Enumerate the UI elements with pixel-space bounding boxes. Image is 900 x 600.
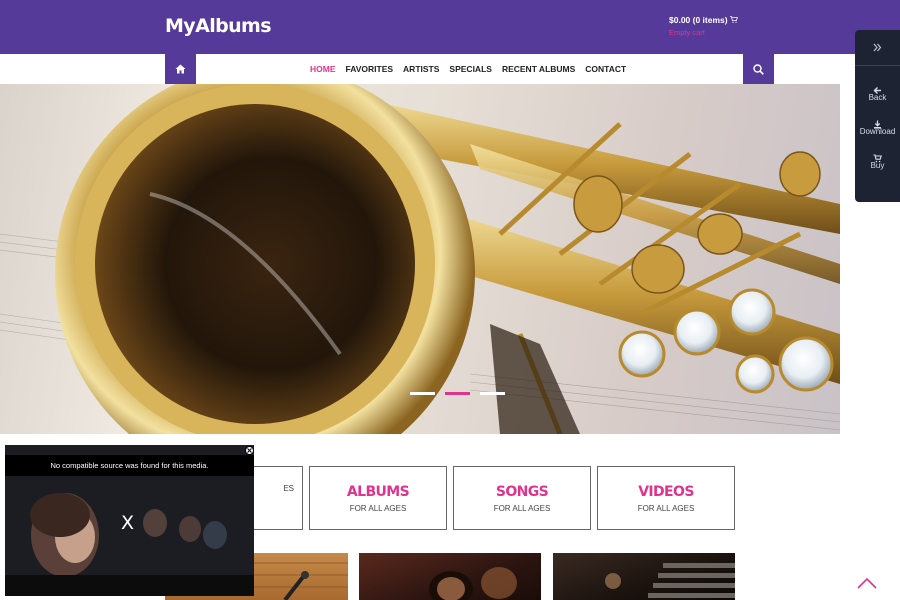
- audio-equipment-image: [605, 563, 735, 598]
- cart-icon: [729, 16, 738, 25]
- site-logo[interactable]: MyAlbums: [165, 15, 272, 37]
- nav-links: HOME FAVORITES ARTISTS SPECIALS RECENT A…: [305, 54, 631, 84]
- search-button[interactable]: [743, 54, 774, 84]
- category-card-albums[interactable]: ALBUMS FOR ALL AGES: [309, 466, 447, 530]
- side-back-label: Back: [868, 93, 887, 102]
- category-subtitle: FOR ALL AGES: [493, 504, 551, 513]
- video-player[interactable]: No compatible source was found for this …: [5, 445, 254, 596]
- saxophone-image: [0, 84, 840, 434]
- side-download[interactable]: Download: [855, 116, 900, 136]
- slider-dot-1[interactable]: [410, 392, 435, 395]
- top-header: MyAlbums $0.00 (0 items) Empty cart: [0, 0, 900, 54]
- home-icon: [175, 64, 186, 74]
- download-icon: [855, 116, 900, 129]
- scroll-to-top-button[interactable]: [857, 576, 877, 594]
- album-thumbnail[interactable]: [553, 553, 735, 600]
- musician-image: [429, 567, 517, 600]
- cart-icon: [855, 150, 900, 163]
- side-buy[interactable]: Buy: [855, 150, 900, 170]
- category-title: VIDEOS: [638, 484, 694, 500]
- video-error-message: No compatible source was found for this …: [5, 455, 254, 476]
- side-back[interactable]: Back: [855, 82, 900, 102]
- nav-contact[interactable]: CONTACT: [585, 64, 626, 74]
- hero-slider[interactable]: [0, 84, 840, 434]
- side-buy-label: Buy: [870, 161, 885, 170]
- nav-home[interactable]: HOME: [310, 64, 336, 74]
- side-download-label: Download: [859, 127, 896, 136]
- cart-total-text: $0.00 (0 items): [669, 15, 728, 25]
- nav-favorites[interactable]: FAVORITES: [346, 64, 394, 74]
- category-card-videos[interactable]: VIDEOS FOR ALL AGES: [597, 466, 735, 530]
- cart-status: Empty cart: [669, 28, 705, 37]
- video-close-button[interactable]: [245, 446, 254, 455]
- main-navigation: HOME FAVORITES ARTISTS SPECIALS RECENT A…: [0, 54, 900, 84]
- double-chevron-right-icon: [873, 43, 882, 52]
- slider-dot-3[interactable]: [480, 392, 505, 395]
- search-icon: [753, 63, 764, 75]
- nav-recent-albums[interactable]: RECENT ALBUMS: [502, 64, 575, 74]
- album-thumbnail[interactable]: [359, 553, 541, 600]
- side-panel: Back Download Buy: [855, 30, 900, 202]
- category-title: ALBUMS: [346, 484, 410, 500]
- category-subtitle: FOR ALL AGES: [349, 504, 407, 513]
- slider-dot-2[interactable]: [445, 392, 470, 395]
- side-panel-toggle[interactable]: [855, 30, 900, 66]
- nav-specials[interactable]: SPECIALS: [449, 64, 492, 74]
- category-card-songs[interactable]: SONGS FOR ALL AGES: [453, 466, 591, 530]
- nav-artists[interactable]: ARTISTS: [403, 64, 439, 74]
- home-button[interactable]: [165, 54, 196, 84]
- arrow-left-icon: [855, 82, 900, 94]
- category-title: SONGS: [495, 484, 549, 500]
- slider-dots: [410, 392, 505, 395]
- cart-summary[interactable]: $0.00 (0 items) Empty cart: [669, 15, 738, 37]
- cart-total[interactable]: $0.00 (0 items): [669, 15, 738, 25]
- video-close-x[interactable]: X: [121, 512, 134, 534]
- chevron-up-icon: [857, 577, 877, 589]
- category-subtitle: FOR ALL AGES: [637, 504, 695, 513]
- close-icon: [247, 448, 252, 453]
